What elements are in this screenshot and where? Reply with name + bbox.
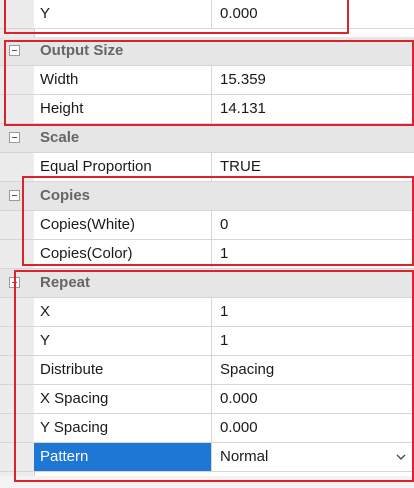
property-value[interactable]: 1 bbox=[213, 327, 414, 355]
property-label: Y Spacing bbox=[34, 414, 212, 442]
property-row-repeat-y[interactable]: Y 1 bbox=[0, 327, 414, 356]
property-row-copies-color[interactable]: Copies(Color) 1 bbox=[0, 240, 414, 269]
property-value[interactable]: TRUE bbox=[213, 153, 414, 181]
category-title: Repeat bbox=[34, 269, 414, 297]
property-label: Copies(White) bbox=[34, 211, 212, 239]
property-row-repeat-x[interactable]: X 1 bbox=[0, 298, 414, 327]
collapse-icon[interactable] bbox=[9, 277, 20, 288]
property-row-x-spacing[interactable]: X Spacing 0.000 bbox=[0, 385, 414, 414]
collapse-icon[interactable] bbox=[9, 45, 20, 56]
property-row-width[interactable]: Width 15.359 bbox=[0, 66, 414, 95]
category-output-size[interactable]: Output Size bbox=[0, 37, 414, 66]
property-row-y-spacing[interactable]: Y Spacing 0.000 bbox=[0, 414, 414, 443]
dropdown-value: Normal bbox=[220, 448, 269, 465]
property-value[interactable]: Spacing bbox=[213, 356, 414, 384]
property-label: Equal Proportion bbox=[34, 153, 212, 181]
property-label: X bbox=[34, 298, 212, 326]
property-row-copies-white[interactable]: Copies(White) 0 bbox=[0, 211, 414, 240]
category-repeat[interactable]: Repeat bbox=[0, 269, 414, 298]
property-value[interactable]: 15.359 bbox=[213, 66, 414, 94]
property-value[interactable]: 1 bbox=[213, 298, 414, 326]
property-label: X Spacing bbox=[34, 385, 212, 413]
property-label: Y bbox=[34, 327, 212, 355]
property-label: Copies(Color) bbox=[34, 240, 212, 268]
category-title: Scale bbox=[34, 124, 414, 152]
property-row-height[interactable]: Height 14.131 bbox=[0, 95, 414, 124]
property-row-equal-proportion[interactable]: Equal Proportion TRUE bbox=[0, 153, 414, 182]
property-label: Height bbox=[34, 95, 212, 123]
property-value[interactable]: 1 bbox=[213, 240, 414, 268]
property-value[interactable]: 0 bbox=[213, 211, 414, 239]
chevron-down-icon[interactable] bbox=[392, 446, 410, 467]
property-label: Width bbox=[34, 66, 212, 94]
property-value[interactable]: 0.000 bbox=[213, 385, 414, 413]
property-label: Y bbox=[34, 0, 212, 28]
property-label: Distribute bbox=[34, 356, 212, 384]
category-title: Output Size bbox=[34, 37, 414, 65]
collapse-icon[interactable] bbox=[9, 190, 20, 201]
property-value[interactable]: 0.000 bbox=[213, 0, 414, 28]
grid-bottom-edge bbox=[0, 476, 414, 488]
property-value[interactable]: 0.000 bbox=[213, 414, 414, 442]
property-value[interactable]: 14.131 bbox=[213, 95, 414, 123]
pattern-dropdown[interactable]: Normal bbox=[213, 443, 414, 471]
property-grid: Y 0.000 Output Size Width 15.359 Height … bbox=[0, 0, 414, 488]
property-label: Pattern bbox=[34, 443, 212, 471]
category-copies[interactable]: Copies bbox=[0, 182, 414, 211]
property-row-pattern[interactable]: Pattern Normal bbox=[0, 443, 414, 472]
property-row-y-offset[interactable]: Y 0.000 bbox=[0, 0, 414, 29]
property-row-distribute[interactable]: Distribute Spacing bbox=[0, 356, 414, 385]
collapse-icon[interactable] bbox=[9, 132, 20, 143]
category-title: Copies bbox=[34, 182, 414, 210]
category-scale[interactable]: Scale bbox=[0, 124, 414, 153]
